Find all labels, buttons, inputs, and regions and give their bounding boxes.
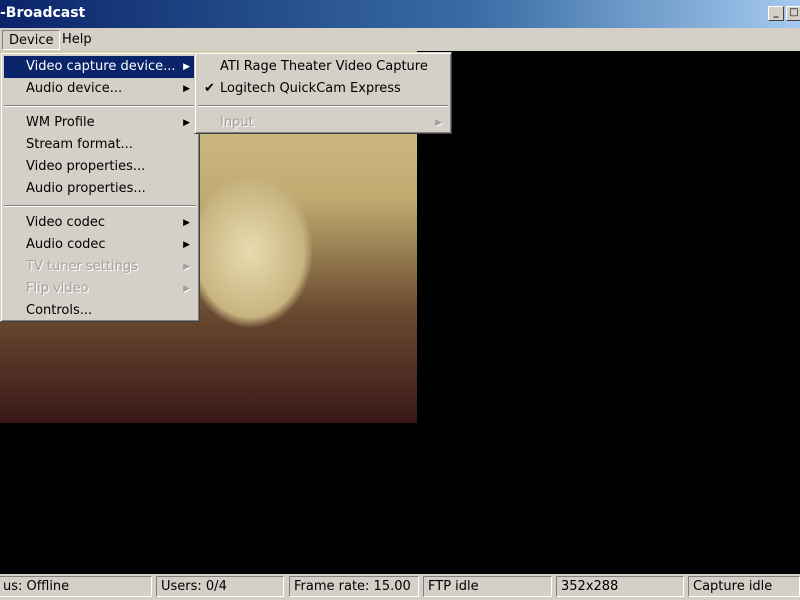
status-connection: us: Offline (0, 576, 152, 597)
label: Input (220, 115, 254, 130)
submenu-arrow-icon: ▶ (183, 262, 190, 272)
submenu-item-input: Input ▶ (198, 112, 448, 134)
separator (4, 205, 196, 207)
menu-item-audio-device[interactable]: Audio device... ▶ (4, 78, 196, 100)
status-frame-rate: Frame rate: 15.00 (289, 576, 419, 597)
label: Video codec (26, 215, 106, 230)
submenu-arrow-icon: ▶ (183, 62, 190, 72)
menu-item-video-codec[interactable]: Video codec ▶ (4, 212, 196, 234)
video-capture-submenu: ATI Rage Theater Video Capture ✔ Logitech… (194, 52, 452, 134)
status-users: Users: 0/4 (156, 576, 284, 597)
menu-item-video-properties[interactable]: Video properties... (4, 156, 196, 178)
label: Audio device... (26, 81, 123, 96)
menu-item-wm-profile[interactable]: WM Profile ▶ (4, 112, 196, 134)
menu-item-audio-properties[interactable]: Audio properties... (4, 178, 196, 200)
device-menu: Video capture device... ▶ Audio device...… (0, 52, 200, 322)
menu-item-audio-codec[interactable]: Audio codec ▶ (4, 234, 196, 256)
menu-bar: Device Help (0, 28, 800, 51)
label: Video capture device... (26, 59, 176, 74)
menu-item-controls[interactable]: Controls... (4, 300, 196, 322)
submenu-arrow-icon: ▶ (435, 118, 442, 128)
separator (198, 105, 448, 107)
checkmark-icon: ✔ (204, 81, 215, 96)
submenu-arrow-icon: ▶ (183, 118, 190, 128)
menu-item-flip-video: Flip video ▶ (4, 278, 196, 300)
minimize-button[interactable]: _ (768, 6, 784, 21)
submenu-arrow-icon: ▶ (183, 84, 190, 94)
status-ftp: FTP idle (423, 576, 552, 597)
label: Flip video (26, 281, 89, 296)
label: Audio codec (26, 237, 106, 252)
title-bar: -Broadcast _ □ (0, 0, 800, 28)
submenu-arrow-icon: ▶ (183, 240, 190, 250)
label: WM Profile (26, 115, 95, 130)
status-resolution: 352x288 (556, 576, 684, 597)
status-capture: Capture idle (688, 576, 800, 597)
maximize-button[interactable]: □ (786, 6, 800, 21)
window-title: -Broadcast (0, 5, 86, 21)
menu-device[interactable]: Device (2, 30, 61, 50)
submenu-item-logitech[interactable]: ✔ Logitech QuickCam Express (198, 78, 448, 100)
menu-item-stream-format[interactable]: Stream format... (4, 134, 196, 156)
label: Logitech QuickCam Express (220, 81, 401, 96)
submenu-item-ati[interactable]: ATI Rage Theater Video Capture (198, 56, 448, 78)
separator (4, 105, 196, 107)
submenu-arrow-icon: ▶ (183, 284, 190, 294)
menu-help[interactable]: Help (56, 30, 98, 50)
menu-item-video-capture-device[interactable]: Video capture device... ▶ (4, 56, 196, 78)
label: TV tuner settings (26, 259, 138, 274)
status-bar: us: Offline Users: 0/4 Frame rate: 15.00… (0, 574, 800, 600)
submenu-arrow-icon: ▶ (183, 218, 190, 228)
menu-item-tv-tuner-settings: TV tuner settings ▶ (4, 256, 196, 278)
